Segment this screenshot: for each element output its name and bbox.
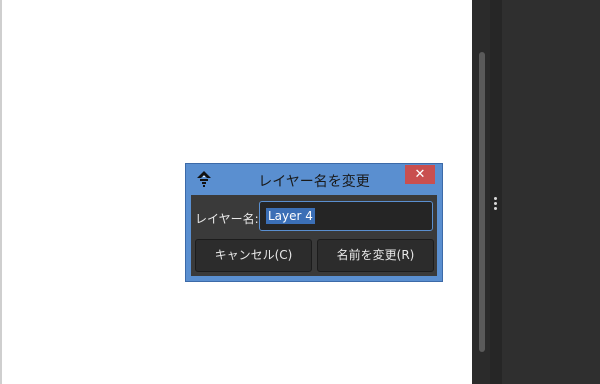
dialog-titlebar[interactable]: レイヤー名を変更 ✕ (186, 164, 442, 194)
dialog-title: レイヤー名を変更 (258, 174, 370, 190)
layer-name-value: Layer 4 (266, 208, 315, 224)
inkscape-icon (196, 171, 212, 187)
dialog-body: レイヤー名: Layer 4 キャンセル(C) 名前を変更(R) (191, 195, 437, 276)
cancel-button[interactable]: キャンセル(C) (195, 239, 312, 272)
scrollbar-thumb[interactable] (479, 52, 485, 352)
dock-panel (502, 0, 600, 384)
layer-name-input[interactable]: Layer 4 (259, 201, 433, 231)
close-button[interactable]: ✕ (405, 165, 435, 184)
panel-divider[interactable] (490, 0, 502, 384)
close-icon: ✕ (414, 167, 426, 182)
rename-layer-dialog: レイヤー名を変更 ✕ レイヤー名: Layer 4 キャンセル(C) 名前を変更… (185, 163, 443, 282)
layer-name-label: レイヤー名: (195, 212, 259, 226)
panel-grip-icon[interactable] (494, 197, 498, 211)
rename-button[interactable]: 名前を変更(R) (317, 239, 434, 272)
